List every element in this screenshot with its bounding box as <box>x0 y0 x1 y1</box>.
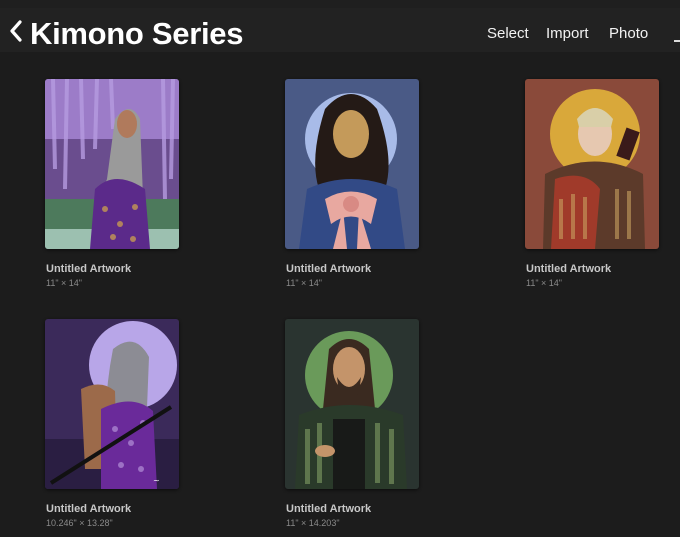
artwork-size: 11" × 14" <box>526 278 562 288</box>
gallery-title: Kimono Series <box>30 16 244 51</box>
select-button[interactable]: Select <box>487 25 529 42</box>
artwork-thumbnail[interactable] <box>525 79 659 249</box>
top-bar: Kimono Series Select Import Photo <box>0 8 680 52</box>
artwork-thumbnail[interactable] <box>45 79 179 249</box>
artwork-title: Untitled Artwork <box>286 263 372 275</box>
svg-text:~: ~ <box>153 476 160 485</box>
artwork-title: Untitled Artwork <box>526 263 612 275</box>
new-canvas-plus-icon[interactable] <box>674 40 680 42</box>
artwork-size: 11" × 14.203" <box>286 518 340 528</box>
back-chevron-icon[interactable] <box>6 18 28 44</box>
artwork-thumbnail[interactable] <box>285 79 419 249</box>
artwork-title: Untitled Artwork <box>46 263 132 275</box>
artwork-size: 10.246" × 13.28" <box>46 518 113 528</box>
artwork-title: Untitled Artwork <box>46 503 132 515</box>
import-button[interactable]: Import <box>546 25 589 42</box>
artwork-title: Untitled Artwork <box>286 503 372 515</box>
artwork-thumbnail[interactable] <box>285 319 419 489</box>
photo-button[interactable]: Photo <box>609 25 648 42</box>
artwork-size: 11" × 14" <box>286 278 322 288</box>
artwork-size: 11" × 14" <box>46 278 82 288</box>
artwork-thumbnail[interactable]: ~ <box>45 319 179 489</box>
